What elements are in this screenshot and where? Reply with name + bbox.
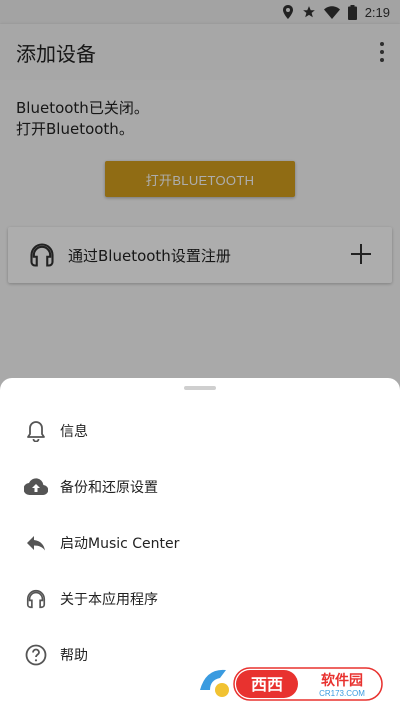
menu-item-info[interactable]: 信息 xyxy=(0,403,400,459)
watermark-brand-prefix: 西西 xyxy=(251,675,283,694)
menu-item-label: 帮助 xyxy=(60,648,88,664)
menu-item-launch-music-center[interactable]: 启动Music Center xyxy=(0,515,400,571)
reply-icon xyxy=(24,531,48,555)
watermark-site: CR173.COM xyxy=(319,689,365,698)
menu-item-label: 备份和还原设置 xyxy=(60,480,158,496)
watermark-logo: 西西 软件园 CR173.COM xyxy=(196,660,386,704)
menu-item-about[interactable]: 关于本应用程序 xyxy=(0,571,400,627)
cloud-upload-icon xyxy=(24,475,48,499)
menu-item-label: 关于本应用程序 xyxy=(60,592,158,608)
headphones-icon xyxy=(24,587,48,611)
bell-icon xyxy=(24,419,48,443)
watermark-brand-suffix: 软件园 xyxy=(321,672,363,689)
menu-item-label: 信息 xyxy=(60,424,88,440)
drag-handle[interactable] xyxy=(184,386,216,390)
help-circle-icon xyxy=(24,643,48,667)
menu-item-label: 启动Music Center xyxy=(60,536,180,552)
menu-item-backup-restore[interactable]: 备份和还原设置 xyxy=(0,459,400,515)
